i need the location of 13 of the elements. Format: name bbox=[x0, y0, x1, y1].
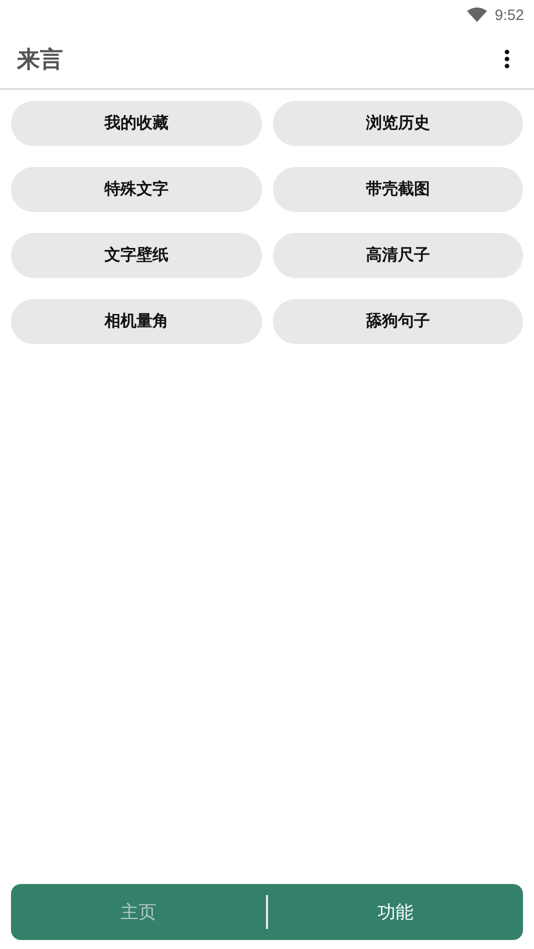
app-title: 来言 bbox=[17, 46, 63, 74]
feature-button[interactable]: 高清尺子 bbox=[272, 233, 523, 278]
feature-button[interactable]: 文字壁纸 bbox=[11, 233, 262, 278]
feature-button[interactable]: 相机量角 bbox=[11, 299, 262, 344]
feature-button[interactable]: 带壳截图 bbox=[272, 167, 523, 212]
feature-button[interactable]: 浏览历史 bbox=[272, 101, 523, 146]
more-menu-icon[interactable] bbox=[504, 49, 510, 69]
nav-tab[interactable]: 功能 bbox=[268, 884, 523, 940]
feature-button[interactable]: 舔狗句子 bbox=[272, 299, 523, 344]
status-time: 9:52 bbox=[494, 6, 524, 24]
feature-button[interactable]: 特殊文字 bbox=[11, 167, 262, 212]
feature-button[interactable]: 我的收藏 bbox=[11, 101, 262, 146]
wifi-icon bbox=[466, 7, 487, 23]
